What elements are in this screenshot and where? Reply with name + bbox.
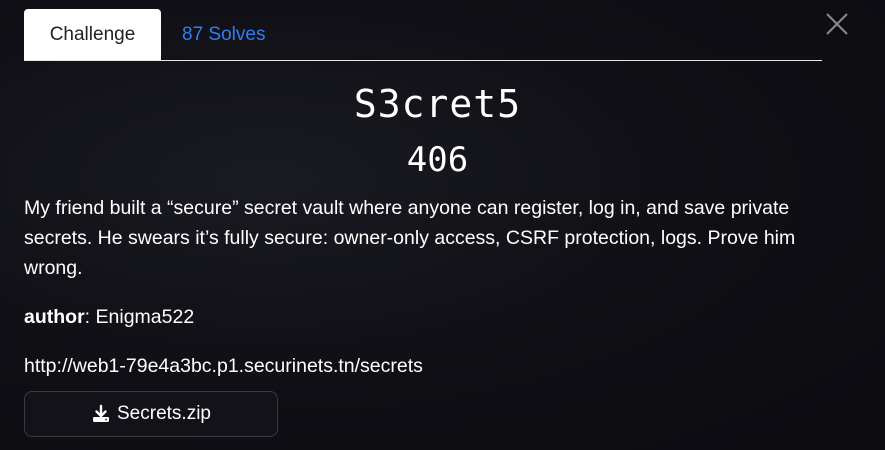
close-icon — [826, 13, 848, 35]
author-value: Enigma522 — [90, 306, 195, 328]
challenge-url-link[interactable]: http://web1-79e4a3bc.p1.securinets.tn/se… — [24, 353, 423, 379]
author-label: author — [24, 306, 85, 328]
close-button[interactable] — [823, 10, 851, 38]
challenge-description: My friend built a “secure” secret vault … — [24, 197, 796, 279]
download-file-label: Secrets.zip — [117, 403, 211, 424]
author-line: author: Enigma522 — [24, 304, 194, 330]
download-icon — [93, 404, 109, 422]
challenge-modal: Challenge 87 Solves S3cret5 406 My frien… — [0, 0, 885, 450]
challenge-title: S3cret5 — [353, 82, 522, 126]
download-file-button[interactable]: Secrets.zip — [24, 391, 278, 437]
tab-challenge[interactable]: Challenge — [24, 9, 161, 60]
tab-bar: Challenge 87 Solves — [24, 9, 822, 61]
tab-solves[interactable]: 87 Solves — [182, 9, 265, 60]
challenge-points: 406 — [406, 140, 469, 180]
